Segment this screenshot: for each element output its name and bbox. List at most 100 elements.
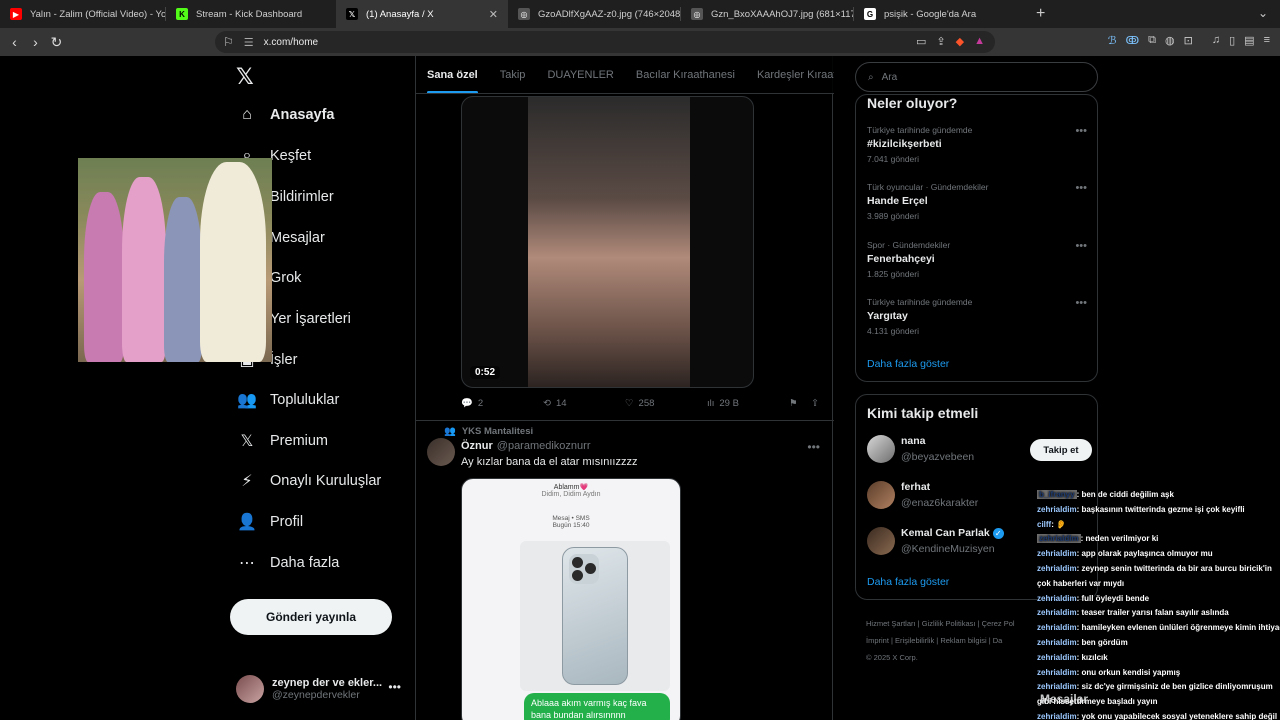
footer-link[interactable]: Çerez Pol: [982, 619, 1015, 628]
screenshot-icon[interactable]: ⊡: [1184, 34, 1193, 47]
messages-dock[interactable]: Mesajlar: [1040, 692, 1088, 706]
footer-link[interactable]: Reklam bilgisi: [940, 636, 986, 645]
more-circle-icon: ⋯: [239, 554, 255, 572]
post-button[interactable]: Gönderi yayınla: [230, 599, 392, 635]
trend-item[interactable]: Türkiye tarihinde gündemde #kizilcikşerbe…: [867, 125, 1087, 164]
browser-tab[interactable]: K Stream - Kick Dashboard: [166, 0, 336, 28]
nav-item-label: Bildirimler: [270, 189, 334, 206]
browser-tab[interactable]: Gpsişik - Google'da Ara: [854, 0, 1024, 28]
community-name: YKS Mantalitesi: [461, 426, 534, 437]
more-dots-icon[interactable]: •••: [388, 680, 401, 694]
footer-link[interactable]: İmprint: [866, 636, 889, 645]
follow-button[interactable]: Takip et: [1030, 439, 1092, 461]
trend-more-icon[interactable]: •••: [1075, 182, 1087, 194]
chat-message: zehrialdim: hamileyken evlenen ünlüleri …: [1037, 621, 1280, 636]
avatar: [236, 675, 264, 703]
video-player[interactable]: 0:52: [461, 96, 754, 388]
feed-tab[interactable]: Takip: [489, 56, 537, 93]
nav-item-x-premium[interactable]: 𝕏 Premium: [236, 431, 328, 451]
x-icon: 𝕏: [346, 8, 358, 20]
site-info-icon[interactable]: ☰: [244, 36, 254, 49]
footer-link[interactable]: Gizlilik Politikası: [922, 619, 976, 628]
sms-bubble: Ablaaa akım varmış kaç fava bana bundan …: [524, 693, 670, 720]
nav-item-label: Onaylı Kuruluşlar: [270, 473, 382, 490]
share-post-icon[interactable]: ⇪: [811, 398, 819, 409]
trend-more-icon[interactable]: •••: [1075, 125, 1087, 137]
trends-show-more[interactable]: Daha fazla göster: [867, 358, 949, 370]
share-icon[interactable]: ⇪: [936, 35, 945, 48]
menu-icon[interactable]: ≡: [1264, 34, 1270, 47]
extensions-icon[interactable]: ⧉: [1148, 34, 1156, 47]
wallet-icon[interactable]: ▤: [1244, 34, 1254, 47]
post-author[interactable]: Öznur @paramedikoznurr: [461, 440, 591, 452]
post-image[interactable]: Ablamm💗 Didim, Didim Aydın Mesaj • SMS Bug…: [461, 478, 681, 720]
browser-tab[interactable]: ▶ Yalın - Zalim (Official Video) - YouTub: [0, 0, 165, 28]
footer-link[interactable]: Da: [993, 636, 1003, 645]
nav-item-lightning[interactable]: ⚡ Onaylı Kuruluşlar: [236, 471, 381, 491]
audio-extension-icon[interactable]: ↂ: [1125, 34, 1139, 47]
community-label[interactable]: 👥 YKS Mantalitesi: [444, 426, 533, 437]
trend-item[interactable]: Spor · Gündemdekiler Fenerbahçeyi 1.825 gö…: [867, 240, 1087, 279]
nav-item-profile[interactable]: 👤 Profil: [236, 512, 303, 532]
post-more-icon[interactable]: •••: [807, 440, 820, 454]
avatar[interactable]: [867, 481, 895, 509]
feed-tab[interactable]: Bacılar Kıraathanesi: [625, 56, 746, 93]
brave-shield-icon[interactable]: ◆: [956, 35, 964, 48]
avatar[interactable]: [867, 435, 895, 463]
footer-link[interactable]: Hizmet Şartları: [866, 619, 916, 628]
sidebar-toggle-icon[interactable]: ▯: [1229, 34, 1235, 47]
browser-tab[interactable]: 𝕏 (1) Anasayfa / X ✕: [336, 0, 508, 28]
avatar[interactable]: [427, 438, 455, 466]
nav-item-more-circle[interactable]: ⋯ Daha fazla: [236, 553, 339, 573]
media-icon[interactable]: ♫: [1212, 34, 1220, 47]
close-tab-icon[interactable]: ✕: [489, 8, 498, 21]
feed-tab[interactable]: Kardeşler Kıraath: [746, 56, 834, 93]
browser-tab[interactable]: ◎ Gzn_BxoXAAAhOJ7.jpg (681×1173): [681, 0, 853, 28]
reply-button[interactable]: 💬 2: [461, 398, 483, 409]
tab-search-icon[interactable]: ⌄: [1258, 6, 1268, 20]
address-bar[interactable]: ⚐ ☰ x.com/home ▭ ⇪ ◆ ▲: [215, 31, 995, 53]
follow-show-more[interactable]: Daha fazla göster: [867, 576, 949, 588]
x-premium-icon: 𝕏: [240, 432, 254, 450]
bookmark-page-icon[interactable]: ⚐: [223, 35, 234, 49]
avatar[interactable]: [867, 527, 895, 555]
follow-handle: @enaz6karakter: [901, 497, 979, 509]
repost-button[interactable]: ⟲ 14: [543, 398, 567, 409]
like-button[interactable]: ♡ 258: [625, 398, 654, 409]
nav-item-label: Yer İşaretleri: [270, 311, 351, 327]
trend-item[interactable]: Türk oyuncular · Gündemdekiler Hande Erçe…: [867, 182, 1087, 221]
translate-icon[interactable]: ℬ: [1108, 34, 1117, 47]
back-icon[interactable]: ‹: [4, 34, 25, 50]
nav-item-home[interactable]: ⌂ Anasayfa: [236, 106, 334, 124]
bookmark-icon[interactable]: ⚑: [789, 398, 798, 409]
new-tab-icon[interactable]: +: [1024, 5, 1057, 23]
main-feed: Sana özel Takip DUAYENLER Bacılar Kıraathan…: [415, 56, 834, 720]
cast-icon[interactable]: ▭: [916, 35, 926, 48]
chat-username: zehrialdim: [1037, 593, 1077, 603]
trends-title: Neler oluyor?: [867, 95, 958, 111]
video-duration: 0:52: [470, 366, 501, 379]
view-count: 29 B: [719, 398, 739, 409]
account-switcher[interactable]: zeynep der ve ekler... @zeynepdervekler …: [236, 672, 411, 706]
search-input[interactable]: Ara: [882, 72, 898, 83]
reload-icon[interactable]: ↻: [46, 34, 67, 51]
profile-extension-icon[interactable]: ◍: [1165, 34, 1175, 47]
forward-icon[interactable]: ›: [25, 34, 46, 50]
browser-tab[interactable]: ◎ GzoADlfXgAAZ-z0.jpg (746×2048): [508, 0, 680, 28]
feed-tab[interactable]: DUAYENLER: [536, 56, 624, 93]
nav-item-label: Grok: [270, 270, 302, 287]
trend-more-icon[interactable]: •••: [1075, 297, 1087, 309]
trend-more-icon[interactable]: •••: [1075, 240, 1087, 252]
follow-suggestion[interactable]: nana @beyazvebeen Takip et: [867, 433, 1092, 467]
trend-title: Hande Erçel: [867, 195, 928, 208]
feed-tab[interactable]: Sana özel: [416, 56, 489, 93]
brave-rewards-icon[interactable]: ▲: [974, 35, 985, 48]
trend-item[interactable]: Türkiye tarihinde gündemde Yargıtay 4.131 …: [867, 297, 1087, 336]
footer-link[interactable]: Erişilebilirlik: [895, 636, 934, 645]
views-button[interactable]: ılı 29 B: [707, 398, 739, 409]
x-logo-icon[interactable]: 𝕏: [236, 64, 258, 89]
search-box[interactable]: ⌕ Ara: [855, 62, 1098, 92]
chat-message: b_ifranyy: ben de ciddi değilim aşk: [1037, 488, 1280, 503]
nav-item-communities[interactable]: 👥 Topluluklar: [236, 390, 339, 410]
communities-icon: 👥: [237, 392, 257, 410]
